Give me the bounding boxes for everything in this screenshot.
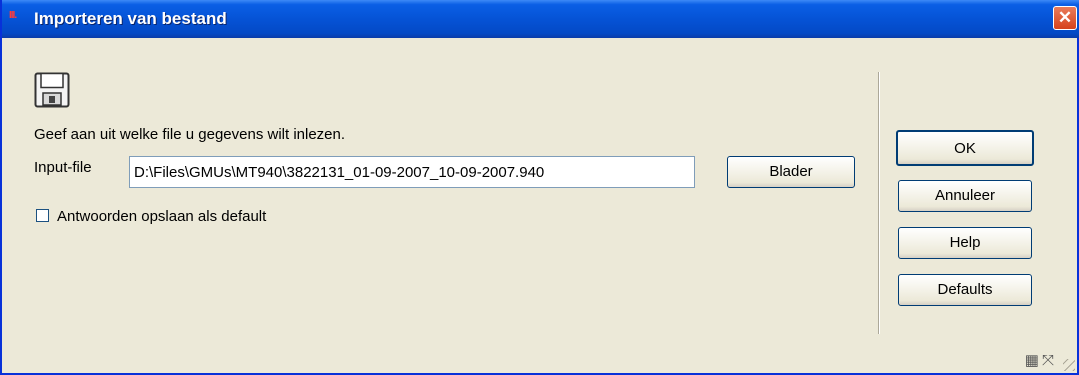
- status-icons: ▦⤧: [1025, 351, 1057, 369]
- import-dialog-window: III. Importeren van bestand ✕ Geef aan u…: [0, 0, 1079, 375]
- app-logo-icon: III.: [9, 10, 17, 21]
- dialog-content: Geef aan uit welke file u gegevens wilt …: [2, 38, 1077, 373]
- save-defaults-label: Antwoorden opslaan als default: [57, 208, 267, 225]
- expand-icon[interactable]: ⤧: [1042, 352, 1057, 369]
- vertical-separator: [878, 72, 880, 334]
- resize-grip-icon[interactable]: [1063, 359, 1075, 371]
- cancel-button[interactable]: Annuleer: [898, 180, 1032, 212]
- window-title: Importeren van bestand: [34, 9, 227, 28]
- save-defaults-checkbox[interactable]: [36, 209, 49, 222]
- title-bar[interactable]: III. Importeren van bestand ✕: [2, 0, 1079, 38]
- browse-button[interactable]: Blader: [727, 156, 855, 188]
- instruction-text: Geef aan uit welke file u gegevens wilt …: [34, 126, 346, 143]
- floppy-disk-icon: [34, 72, 70, 108]
- keyboard-icon[interactable]: ▦: [1025, 352, 1042, 369]
- input-file-field[interactable]: [129, 156, 695, 188]
- close-button[interactable]: ✕: [1053, 6, 1077, 30]
- help-button[interactable]: Help: [898, 227, 1032, 259]
- browse-button-label: Blader: [769, 163, 813, 180]
- ok-button[interactable]: OK: [896, 130, 1034, 166]
- defaults-button[interactable]: Defaults: [898, 274, 1032, 306]
- input-file-label: Input-file: [34, 159, 92, 176]
- save-defaults-option[interactable]: Antwoorden opslaan als default: [36, 208, 266, 225]
